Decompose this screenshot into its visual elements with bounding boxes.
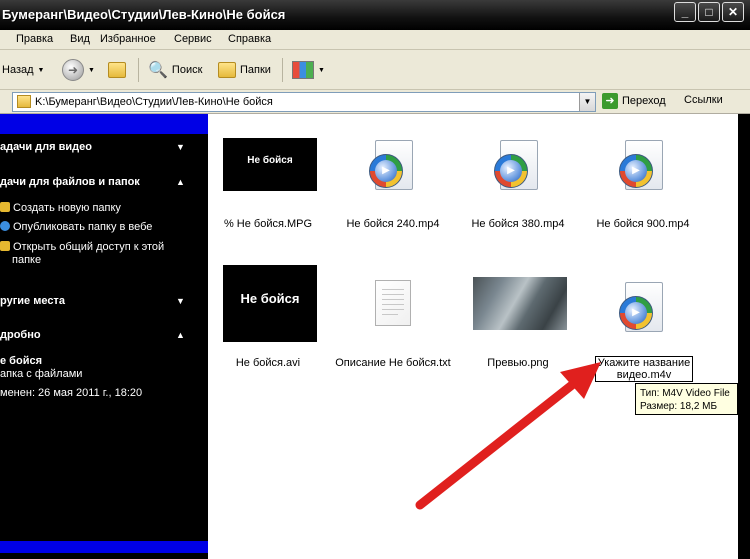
window-border <box>738 114 750 559</box>
title-bar: Бумеранг\Видео\Студии\Лев-Кино\Не бойся … <box>0 0 750 30</box>
file-name: % Не бойся.MPG <box>223 218 313 230</box>
chevron-up-icon[interactable]: ▲ <box>176 330 185 340</box>
up-folder-icon <box>108 62 126 78</box>
rename-input[interactable]: Укажите название видео.m4v <box>595 356 693 382</box>
menu-favorites[interactable]: Избранное <box>100 33 156 45</box>
chevron-up-icon[interactable]: ▲ <box>176 177 185 187</box>
menu-help[interactable]: Справка <box>228 33 271 45</box>
video-thumbnail: Не бойся <box>223 265 317 342</box>
folder-icon <box>17 95 31 108</box>
task-pane-accent <box>0 541 208 553</box>
maximize-button[interactable]: □ <box>698 2 720 22</box>
details-modified: менен: 26 мая 2011 г., 18:20 <box>0 387 143 399</box>
details-type: апка с файлами <box>0 368 83 380</box>
folders-button[interactable]: Папки <box>218 58 271 82</box>
toolbar-divider <box>282 58 283 82</box>
file-tooltip: Тип: M4V Video File Размер: 18,2 МБ <box>635 383 738 415</box>
toolbar: Назад ▼ ➜ ▼ 🔍 Поиск Папки ▼ <box>0 50 750 90</box>
folders-label: Папки <box>240 64 271 76</box>
close-button[interactable]: ✕ <box>722 2 744 22</box>
go-label: Переход <box>622 95 666 107</box>
go-arrow-icon: ➜ <box>602 93 618 109</box>
file-name: Не бойся 380.mp4 <box>471 218 565 230</box>
up-folder-button[interactable] <box>108 58 126 82</box>
file-tasks-header[interactable]: дачи для файлов и папок <box>0 176 140 188</box>
search-icon: 🔍 <box>148 62 168 79</box>
globe-icon <box>0 221 10 231</box>
search-button[interactable]: 🔍 Поиск <box>148 58 202 82</box>
views-icon <box>292 61 314 79</box>
file-name: Не бойся 240.mp4 <box>346 218 440 230</box>
tooltip-type: Тип: M4V Video File <box>640 388 730 399</box>
text-file-icon <box>375 280 411 326</box>
toolbar-divider <box>138 58 139 82</box>
file-name: Не бойся.avi <box>235 357 301 369</box>
menu-edit[interactable]: Правка <box>16 33 53 45</box>
window-controls: _ □ ✕ <box>674 2 744 22</box>
menu-bar: Правка Вид Избранное Сервис Справка <box>0 30 750 50</box>
folders-icon <box>218 62 236 78</box>
media-file-icon: ▶ <box>494 140 540 194</box>
chevron-down-icon[interactable]: ▼ <box>579 93 595 111</box>
image-thumbnail <box>473 277 567 330</box>
minimize-button[interactable]: _ <box>674 2 696 22</box>
media-file-icon: ▶ <box>619 282 665 336</box>
details-header[interactable]: дробно <box>0 329 41 341</box>
window-title: Бумеранг\Видео\Студии\Лев-Кино\Не бойся <box>2 7 286 22</box>
forward-dropdown-icon[interactable]: ▼ <box>88 67 95 74</box>
menu-tools[interactable]: Сервис <box>174 33 212 45</box>
file-name: Превью.png <box>487 357 549 369</box>
back-button[interactable]: Назад ▼ <box>2 58 44 82</box>
task-pane-accent <box>0 114 208 134</box>
address-bar: K:\Бумеранг\Видео\Студии\Лев-Кино\Не бой… <box>0 90 750 114</box>
chevron-down-icon[interactable]: ▼ <box>176 142 185 152</box>
video-thumbnail: Не бойся <box>223 138 317 191</box>
other-places-header[interactable]: ругие места <box>0 295 65 307</box>
file-name: Не бойся 900.mp4 <box>596 218 690 230</box>
share-folder-link[interactable]: Открыть общий доступ к этой <box>0 241 164 253</box>
go-button[interactable]: ➜ Переход <box>602 93 666 109</box>
chevron-down-icon[interactable]: ▼ <box>176 296 185 306</box>
tooltip-size: Размер: 18,2 МБ <box>640 401 718 412</box>
media-file-icon: ▶ <box>369 140 415 194</box>
views-button[interactable]: ▼ <box>292 58 325 82</box>
address-path: K:\Бумеранг\Видео\Студии\Лев-Кино\Не бой… <box>35 96 273 108</box>
back-label: Назад <box>2 64 34 76</box>
media-file-icon: ▶ <box>619 140 665 194</box>
file-name: Описание Не бойся.txt <box>335 357 451 369</box>
address-input[interactable]: K:\Бумеранг\Видео\Студии\Лев-Кино\Не бой… <box>12 92 596 112</box>
views-dropdown-icon[interactable]: ▼ <box>318 67 325 74</box>
video-tasks-header[interactable]: адачи для видео <box>0 141 92 153</box>
new-folder-icon <box>0 202 10 212</box>
back-dropdown-icon[interactable]: ▼ <box>38 67 45 74</box>
new-folder-link[interactable]: Создать новую папку <box>0 202 121 214</box>
forward-button[interactable]: ➜ ▼ <box>62 58 95 82</box>
links-toolbar[interactable]: Ссылки <box>684 94 723 106</box>
share-folder-link-cont[interactable]: папке <box>12 254 41 266</box>
file-list[interactable]: Не бойся % Не бойся.MPG ▶ Не бойся 240.m… <box>208 114 738 559</box>
share-icon <box>0 241 10 251</box>
task-pane: адачи для видео ▼ дачи для файлов и папо… <box>0 114 208 559</box>
details-name: е бойся <box>0 355 42 367</box>
publish-web-link[interactable]: Опубликовать папку в вебе <box>0 221 152 233</box>
menu-view[interactable]: Вид <box>70 33 90 45</box>
forward-arrow-icon: ➜ <box>62 59 84 81</box>
search-label: Поиск <box>171 64 203 76</box>
